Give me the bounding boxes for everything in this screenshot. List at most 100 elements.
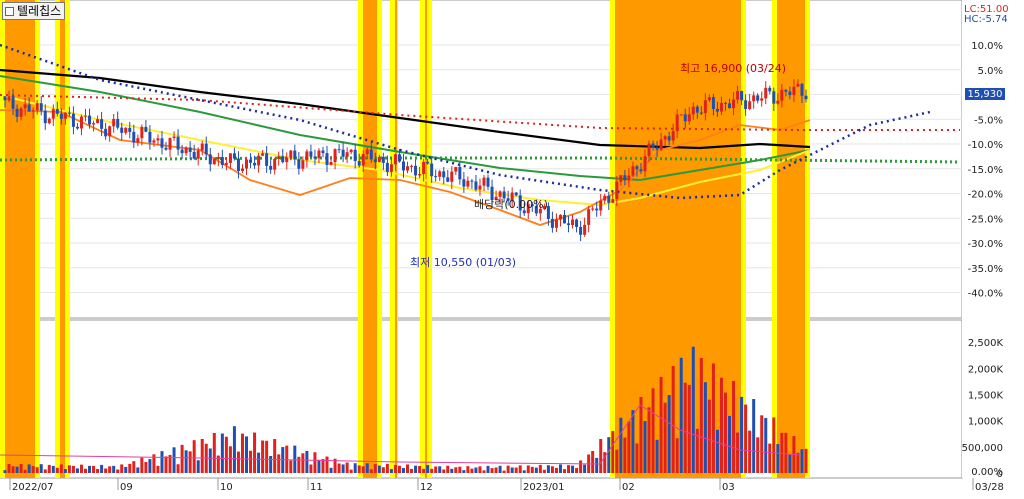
volume-bar bbox=[273, 439, 277, 473]
candle-body bbox=[301, 160, 305, 169]
candle-body bbox=[554, 219, 558, 228]
candle-body bbox=[406, 166, 410, 171]
volume-bar bbox=[494, 467, 498, 473]
candle-body bbox=[756, 95, 760, 101]
volume-bar bbox=[514, 467, 518, 473]
candle-body bbox=[333, 149, 337, 163]
volume-bar bbox=[526, 465, 530, 473]
highlight-band bbox=[395, 0, 397, 478]
candle-body bbox=[188, 147, 192, 152]
volume-bar bbox=[591, 450, 595, 473]
candle-body bbox=[780, 89, 784, 101]
volume-bar bbox=[27, 464, 31, 473]
candle-body bbox=[603, 195, 607, 201]
volume-bar bbox=[752, 399, 756, 473]
volume-bar bbox=[518, 465, 522, 473]
volume-bar bbox=[59, 464, 63, 473]
volume-bar bbox=[385, 463, 389, 473]
candle-body bbox=[313, 156, 317, 159]
candle-body bbox=[442, 171, 446, 178]
candle-body bbox=[79, 116, 83, 129]
stock-name: 텔레칩스 bbox=[17, 4, 62, 18]
candle-body bbox=[719, 102, 723, 112]
candle-body bbox=[31, 110, 35, 112]
candle-body bbox=[289, 150, 293, 158]
volume-bar bbox=[164, 456, 168, 473]
candle-body bbox=[631, 166, 635, 176]
candle-body bbox=[796, 83, 800, 87]
candle-body bbox=[309, 151, 313, 157]
volume-bar bbox=[454, 467, 458, 473]
volume-bar bbox=[196, 460, 200, 473]
candle-body bbox=[228, 153, 232, 163]
candle-body bbox=[257, 155, 261, 166]
candle-body bbox=[373, 159, 377, 163]
volume-bar bbox=[67, 465, 71, 473]
candle-body bbox=[196, 150, 200, 159]
volume-bar bbox=[184, 450, 188, 473]
candle-body bbox=[711, 97, 715, 109]
volume-bar bbox=[361, 466, 365, 473]
volume-bar bbox=[502, 470, 506, 473]
candle-body bbox=[438, 171, 442, 177]
volume-bar bbox=[345, 462, 349, 473]
highlight-band bbox=[363, 0, 377, 478]
candle-body bbox=[43, 110, 47, 124]
volume-bar bbox=[615, 449, 619, 473]
candle-body bbox=[707, 97, 711, 101]
volume-axis-label: 2,000K bbox=[968, 364, 1004, 375]
candle-body bbox=[216, 157, 220, 160]
volume-bar bbox=[253, 432, 257, 473]
candle-body bbox=[59, 113, 63, 119]
candle-body bbox=[156, 138, 160, 141]
candle-body bbox=[567, 223, 571, 226]
candle-body bbox=[659, 139, 663, 150]
stock-chart: 10.0% 5.0% 0.00% -5.0% -10.0% -15.0% -20.0% -25… bbox=[0, 0, 1024, 493]
volume-bar bbox=[75, 468, 79, 473]
candle-body bbox=[446, 177, 450, 182]
candle-body bbox=[277, 156, 281, 159]
candle-body bbox=[414, 165, 418, 176]
candle-body bbox=[96, 119, 100, 124]
volume-bar bbox=[651, 388, 655, 473]
highlight-band bbox=[60, 0, 65, 478]
date-label: 12 bbox=[420, 482, 433, 493]
candle-body bbox=[361, 154, 365, 166]
checkbox-icon[interactable] bbox=[5, 6, 14, 16]
volume-bar bbox=[736, 432, 740, 473]
volume-bar bbox=[683, 382, 687, 473]
volume-bar bbox=[19, 464, 23, 473]
candle-body bbox=[655, 147, 659, 150]
volume-bar bbox=[498, 465, 502, 473]
volume-bar bbox=[353, 463, 357, 473]
volume-bar bbox=[104, 468, 108, 473]
volume-bar bbox=[108, 466, 112, 473]
volume-axis-label: 2,500K bbox=[968, 338, 1004, 349]
volume-bar bbox=[434, 466, 438, 473]
volume-bar bbox=[776, 444, 780, 473]
candle-body bbox=[470, 180, 474, 182]
stock-title-box[interactable]: 텔레칩스 bbox=[2, 2, 66, 20]
volume-bar bbox=[329, 467, 333, 473]
date-label: 2022/07 bbox=[12, 482, 54, 493]
volume-bar bbox=[293, 445, 297, 473]
volume-bar bbox=[671, 366, 675, 473]
candle-body bbox=[422, 161, 426, 175]
candle-body bbox=[39, 103, 43, 111]
volume-bar bbox=[245, 436, 249, 473]
volume-bar bbox=[579, 460, 583, 473]
price-axis-label: -5.0% bbox=[974, 115, 1003, 126]
candle-body bbox=[675, 114, 679, 132]
volume-bar bbox=[393, 464, 397, 473]
volume-bar bbox=[571, 465, 575, 473]
volume-bar bbox=[136, 467, 140, 473]
candle-body bbox=[23, 104, 27, 109]
price-axis-label: -40.0% bbox=[968, 289, 1003, 300]
candle-body bbox=[168, 137, 172, 150]
volume-bar bbox=[208, 448, 212, 473]
volume-bar bbox=[679, 357, 683, 473]
volume-bar bbox=[79, 464, 83, 473]
volume-bar bbox=[11, 466, 15, 473]
candle-body bbox=[35, 103, 39, 111]
volume-bar bbox=[422, 468, 426, 473]
